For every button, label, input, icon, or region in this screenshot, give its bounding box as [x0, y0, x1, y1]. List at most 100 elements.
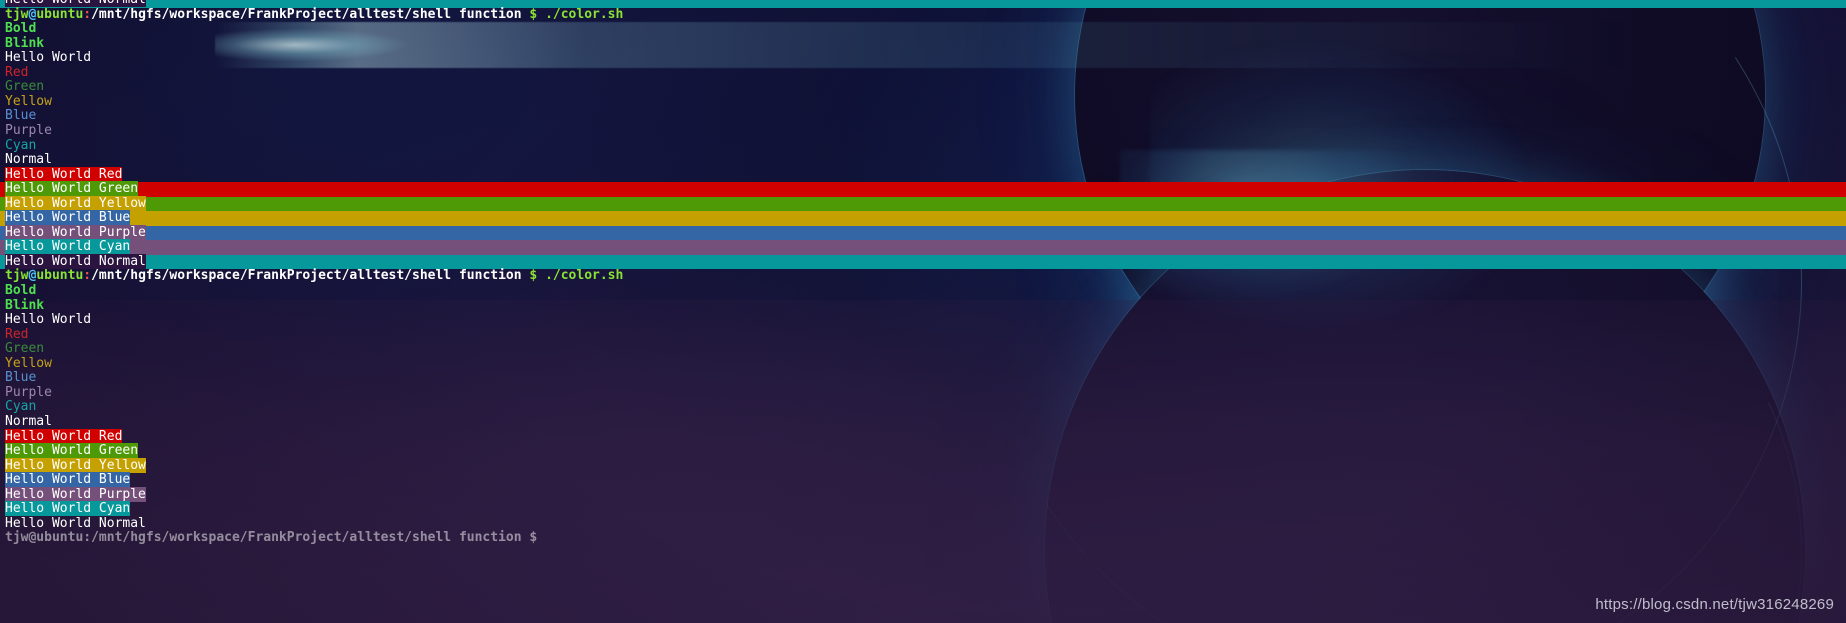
terminal-line-text: Hello World Purple: [0, 486, 146, 503]
highlight-line: Hello World Cyan: [0, 239, 1846, 255]
terminal-line-text: Blue: [0, 371, 36, 386]
color-name-line: Purple: [0, 384, 1846, 401]
terminal-line-text: Yellow: [0, 93, 52, 110]
terminal-line-text: Hello World Green: [0, 181, 139, 197]
color-name-line: Blue: [0, 109, 1846, 124]
highlight-line: Hello World Purple: [0, 486, 1846, 503]
attribute-line: Bold: [0, 283, 1846, 299]
text-run: Hello World Red: [5, 428, 123, 444]
terminal-line-text: Blue: [0, 109, 36, 124]
prompt-path: /mnt/hgfs/workspace/FrankProject/alltest…: [91, 268, 522, 284]
text-run: Yellow: [5, 355, 52, 371]
line-background-fill: [0, 240, 1846, 255]
highlight-line: Hello World Normal: [0, 515, 1846, 532]
prompt-space2: [537, 7, 545, 22]
highlight-line: Hello World Yellow: [0, 457, 1846, 474]
text-run: Cyan: [5, 399, 37, 415]
text-run: Green: [5, 341, 45, 357]
line-background-fill: [0, 211, 1846, 226]
prompt-line[interactable]: tjw@ubuntu:/mnt/hgfs/workspace/FrankProj…: [0, 269, 1846, 284]
terminal-line-text: Blink: [0, 35, 45, 52]
terminal-line-text: Hello World Blue: [0, 472, 131, 488]
text-run: Hello World Cyan: [5, 239, 131, 255]
color-name-line: Red: [0, 64, 1846, 81]
terminal-line-text: Hello World: [0, 50, 92, 66]
line-background-fill: [0, 196, 1846, 212]
text-run: Hello World Normal: [5, 515, 146, 531]
color-name-line: Red: [0, 327, 1846, 343]
terminal-line-text: Normal: [0, 152, 52, 168]
highlight-line: Hello World Blue: [0, 210, 1846, 226]
text-run: Hello World Green: [5, 181, 139, 197]
terminal-line-text: Purple: [0, 384, 52, 401]
text-run: Green: [5, 79, 45, 95]
terminal-text-layer[interactable]: Hello World Normaltjw@ubuntu:/mnt/hgfs/w…: [0, 0, 1846, 623]
attribute-line: Bold: [0, 21, 1846, 37]
prompt-colon: :: [83, 268, 92, 284]
text-run: Hello World Red: [5, 166, 123, 182]
attribute-line: Blink: [0, 298, 1846, 314]
text-run: Normal: [5, 152, 52, 168]
highlight-line: Hello World Green: [0, 443, 1846, 459]
prompt-colon: :: [83, 6, 92, 22]
text-run: Blink: [5, 35, 45, 51]
text-run: Purple: [5, 384, 52, 400]
text-run: Hello World: [5, 312, 92, 328]
watermark: https://blog.csdn.net/tjw316248269: [1595, 596, 1834, 613]
highlight-line: Hello World Yellow: [0, 195, 1846, 212]
terminal-window[interactable]: Hello World Normaltjw@ubuntu:/mnt/hgfs/w…: [0, 0, 1846, 623]
terminal-line-text: Hello World Cyan: [0, 501, 131, 517]
terminal-line-text: Hello World Purple: [0, 224, 146, 241]
highlight-line: Hello World Normal: [0, 253, 1846, 270]
terminal-line-text: Hello World Normal: [0, 515, 146, 532]
text-run: Red: [5, 64, 29, 80]
prompt-host: ubuntu: [36, 268, 84, 284]
text-run: Hello World Blue: [5, 210, 131, 226]
text-run: Bold: [5, 283, 37, 298]
terminal-line-text: Hello World Red: [0, 166, 123, 183]
line-background-fill: [0, 254, 1846, 270]
color-name-line: Green: [0, 341, 1846, 357]
prompt-line[interactable]: tjw@ubuntu:/mnt/hgfs/workspace/FrankProj…: [0, 6, 1846, 23]
color-name-line: Yellow: [0, 93, 1846, 110]
prompt[interactable]: tjw@ubuntu:/mnt/hgfs/workspace/FrankProj…: [0, 6, 624, 23]
prompt[interactable]: tjw@ubuntu:/mnt/hgfs/workspace/FrankProj…: [0, 269, 623, 284]
text-run: Hello World Yellow: [5, 195, 146, 211]
terminal-line-text: Red: [0, 327, 28, 343]
prompt-host: ubuntu: [36, 6, 84, 22]
prompt-command: ./color.sh: [545, 268, 624, 284]
prompt-command: ./color.sh: [545, 6, 624, 22]
color-name-line: Purple: [0, 123, 1846, 139]
color-name-line: Cyan: [0, 400, 1846, 415]
terminal-line-text: Purple: [0, 123, 52, 139]
terminal-line-text: Normal: [0, 414, 52, 430]
highlight-line: Hello World Red: [0, 428, 1846, 445]
line-background-fill: [0, 182, 1846, 197]
color-name-line: Green: [0, 80, 1846, 95]
terminal-line-text: Cyan: [0, 137, 37, 154]
highlight-line: Hello World Red: [0, 166, 1846, 183]
terminal-line-text: Hello World Blue: [0, 210, 131, 226]
text-run: Hello World Normal: [5, 253, 146, 269]
terminal-line-text: Hello World Red: [0, 428, 123, 445]
text-run: Hello World Purple: [5, 224, 146, 240]
color-name-line: Normal: [0, 152, 1846, 168]
color-name-line: Cyan: [0, 137, 1846, 154]
prompt[interactable]: tjw@ubuntu:/mnt/hgfs/workspace/FrankProj…: [0, 531, 537, 546]
prompt-user: tjw: [5, 268, 29, 284]
highlight-line: Hello World Green: [0, 181, 1846, 197]
text-run: Cyan: [5, 137, 37, 153]
attribute-line: Blink: [0, 35, 1846, 52]
terminal-line-text: Hello World Normal: [0, 253, 146, 270]
text-run: Hello World: [5, 50, 92, 66]
terminal-line-text: Blink: [0, 298, 44, 314]
terminal-line-text: Hello World Yellow: [0, 457, 146, 474]
text-run: Hello World Purple: [5, 486, 146, 502]
prompt-user: tjw: [5, 6, 29, 22]
line-background-fill: [0, 225, 1846, 241]
terminal-line-text: Red: [0, 64, 29, 81]
text-run: Yellow: [5, 93, 52, 109]
terminal-line-text: Yellow: [0, 355, 52, 372]
text-run: Hello World Cyan: [5, 501, 131, 517]
terminal-line-text: Hello World Green: [0, 443, 139, 459]
